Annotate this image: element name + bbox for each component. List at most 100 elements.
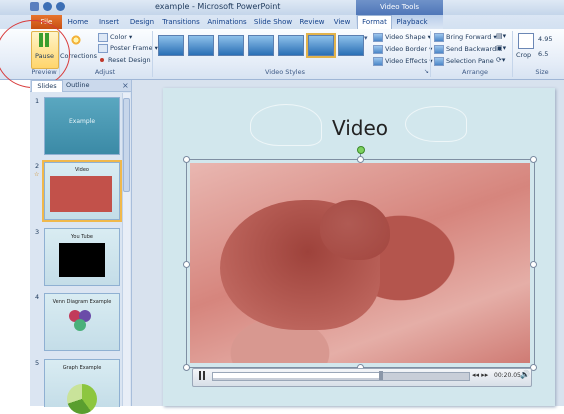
save-icon[interactable] [30,2,39,11]
send-backward-button[interactable]: Send Backward ▾ [434,44,501,54]
slide-number: 3 [35,228,40,236]
title-bar [0,0,564,15]
slide-thumbnail-3[interactable]: You Tube [44,228,120,286]
undo-icon[interactable] [43,2,52,11]
close-icon[interactable]: × [122,80,129,91]
resize-handle[interactable] [530,156,537,163]
bring-forward-button[interactable]: Bring Forward ▾ [434,32,497,42]
tab-outline[interactable]: Outline [66,80,90,91]
venn-circle [74,319,86,331]
slide-thumbnail-title: Venn Diagram Example [52,299,112,305]
group-divider [152,31,153,77]
size-group-label: Size [535,68,549,76]
play-pause-button[interactable] [197,371,207,382]
selection-pane-icon [434,56,444,66]
video-border-button[interactable]: Video Border▾ [373,44,432,54]
tab-review[interactable]: Review [298,16,326,28]
video-style-thumb[interactable] [278,35,304,56]
rotate-icon[interactable]: ⟳▾ [496,56,505,64]
video-style-thumb-selected[interactable] [306,33,336,58]
corrections-icon [69,33,83,47]
color-icon [98,32,108,42]
dialog-launcher-icon[interactable]: ↘ [424,68,429,75]
skip-back-forward-icon[interactable]: ◂◂ ▸▸ [472,371,488,379]
video-style-thumb[interactable] [158,35,184,56]
resize-handle[interactable] [357,156,364,163]
video-shape-button[interactable]: Video Shape▾ [373,32,431,42]
rotation-handle[interactable] [357,146,365,154]
timeline-playhead[interactable] [379,371,383,380]
crop-button[interactable] [518,33,534,49]
selection-pane-button[interactable]: Selection Pane [434,56,494,66]
slide-thumbnail-5[interactable]: Graph Example [44,359,120,414]
tab-animations[interactable]: Animations [207,16,247,28]
resize-handle[interactable] [183,156,190,163]
group-divider [512,31,513,77]
align-icon[interactable]: ▤▾ [496,32,506,40]
bring-forward-label: Bring Forward [446,33,492,41]
resize-handle[interactable] [183,261,190,268]
video-shape-label: Video Shape [385,33,426,41]
video-effects-button[interactable]: Video Effects ▾ [373,56,433,66]
height-field[interactable]: 4.95 [538,35,552,43]
animation-star-icon: ☆ [34,171,40,178]
tab-insert[interactable]: Insert [96,16,122,28]
slide-number: 5 [35,359,40,367]
reset-design-button[interactable]: Reset Design [98,55,151,65]
video-style-thumb[interactable] [338,35,364,56]
tab-view[interactable]: View [331,16,353,28]
redo-icon[interactable] [56,2,65,11]
tab-design[interactable]: Design [128,16,156,28]
chevron-down-icon: ▾ [128,33,133,41]
video-thumbnail [50,176,112,212]
tab-slide-show[interactable]: Slide Show [253,16,293,28]
volume-icon[interactable]: 🔊 [520,370,530,379]
timeline-progress [213,373,382,378]
reset-icon [100,58,104,62]
poster-frame-icon [98,43,108,53]
slide-thumbnail-title: Video [74,167,89,173]
video-style-thumb[interactable] [218,35,244,56]
video-style-thumb[interactable] [248,35,274,56]
resize-handle[interactable] [183,364,190,371]
slide-number: 2 [35,162,40,170]
slide-thumbnail-4[interactable]: Venn Diagram Example [44,293,120,351]
quick-access-toolbar [30,2,65,13]
arrange-group-label: Arrange [462,68,488,76]
time-readout: 00:20.05 [494,372,521,379]
slide-title[interactable]: Video [300,116,420,140]
tab-format[interactable]: Format [357,15,392,30]
slide-thumbnail-2[interactable]: Video [42,160,122,222]
poster-frame-button[interactable]: Poster Frame ▾ [98,43,158,53]
video-effects-label: Video Effects [385,57,428,65]
pie-chart-thumbnail [67,384,97,414]
adjust-group-label: Adjust [94,68,116,76]
scrollbar-thumb[interactable] [123,98,130,192]
window-title: example - Microsoft PowerPoint [155,2,281,11]
tab-playback[interactable]: Playback [394,16,430,28]
send-backward-icon [434,44,444,54]
crop-label: Crop [516,51,532,59]
group-icon[interactable]: ▣▾ [496,44,506,52]
slide-number: 4 [35,293,40,301]
slide-thumbnail-title: Graph Example [62,365,102,371]
width-field[interactable]: 6.5 [538,50,548,58]
video-border-label: Video Border [385,45,428,53]
group-divider [430,31,431,77]
color-button[interactable]: Color ▾ [98,32,132,42]
selection-pane-label: Selection Pane [446,57,494,65]
bring-forward-icon [434,32,444,42]
video-style-thumb[interactable] [188,35,214,56]
gallery-more-icon[interactable]: ▾ [364,34,368,42]
tab-home[interactable]: Home [66,16,90,28]
color-label: Color [110,33,127,41]
video-styles-group-label: Video Styles [265,68,305,76]
send-backward-label: Send Backward [446,45,497,53]
resize-handle[interactable] [530,261,537,268]
embedded-video-placeholder [59,243,105,277]
contextual-tab-header: Video Tools [356,0,443,15]
slide-thumbnail-1[interactable]: Example [44,97,120,155]
slide-thumbnail-title: Example [68,118,96,125]
tab-slides[interactable]: Slides [31,80,63,92]
tab-transitions[interactable]: Transitions [161,16,201,28]
